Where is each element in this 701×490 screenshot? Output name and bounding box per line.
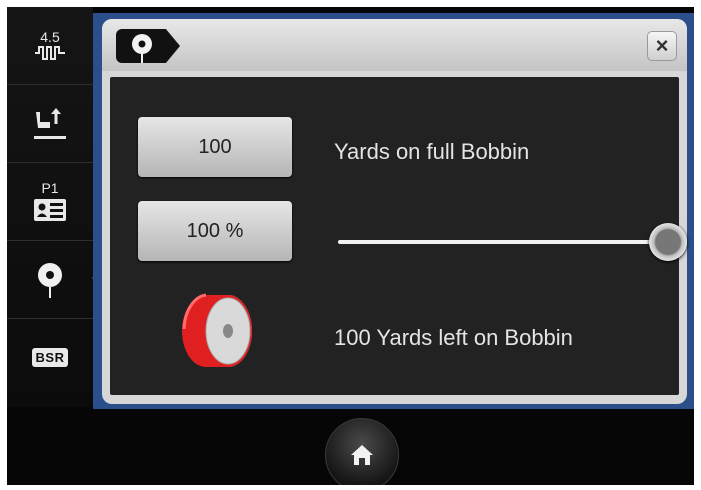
bobbin-percent-button[interactable]: 100 % xyxy=(138,201,292,261)
bobbin-icon xyxy=(132,34,152,63)
bobbin-slider-track[interactable] xyxy=(338,240,668,244)
sidebar-item-personal-program[interactable]: P1 xyxy=(7,163,93,241)
dialog-content: 100 Yards on full Bobbin 100 % 100 Yards… xyxy=(110,77,687,395)
screen: 4.5 P1 BSR × 100 Yards on full Bobbin 10… xyxy=(7,7,694,485)
bobbin-dialog: × 100 Yards on full Bobbin 100 % 100 Yar… xyxy=(102,19,687,404)
sidebar-item-bsr[interactable]: BSR xyxy=(7,319,93,396)
bobbin-icon xyxy=(38,262,62,298)
sidebar-item-bobbin[interactable] xyxy=(7,241,99,319)
program-label: P1 xyxy=(41,180,59,196)
home-button[interactable] xyxy=(325,418,399,485)
sidebar-item-presser-foot[interactable] xyxy=(7,85,93,163)
full-bobbin-yards-button[interactable]: 100 xyxy=(138,117,292,177)
stitch-width-icon xyxy=(35,45,65,60)
bsr-icon: BSR xyxy=(31,348,69,367)
bobbin-slider-handle[interactable] xyxy=(649,223,687,261)
dialog-tab xyxy=(116,29,180,63)
close-button[interactable]: × xyxy=(647,31,677,61)
dialog-titlebar: × xyxy=(102,19,687,71)
full-bobbin-label: Yards on full Bobbin xyxy=(334,139,530,164)
bobbin-remaining-label: 100 Yards left on Bobbin xyxy=(334,325,573,350)
home-icon xyxy=(351,445,373,465)
sidebar-item-stitch-width[interactable]: 4.5 xyxy=(7,7,93,85)
stitch-width-value: 4.5 xyxy=(40,28,60,45)
bobbin-graphic xyxy=(182,293,252,367)
sidebar: 4.5 P1 BSR xyxy=(7,7,99,407)
presser-foot-lift-icon xyxy=(34,107,66,139)
personal-program-icon xyxy=(34,199,66,221)
